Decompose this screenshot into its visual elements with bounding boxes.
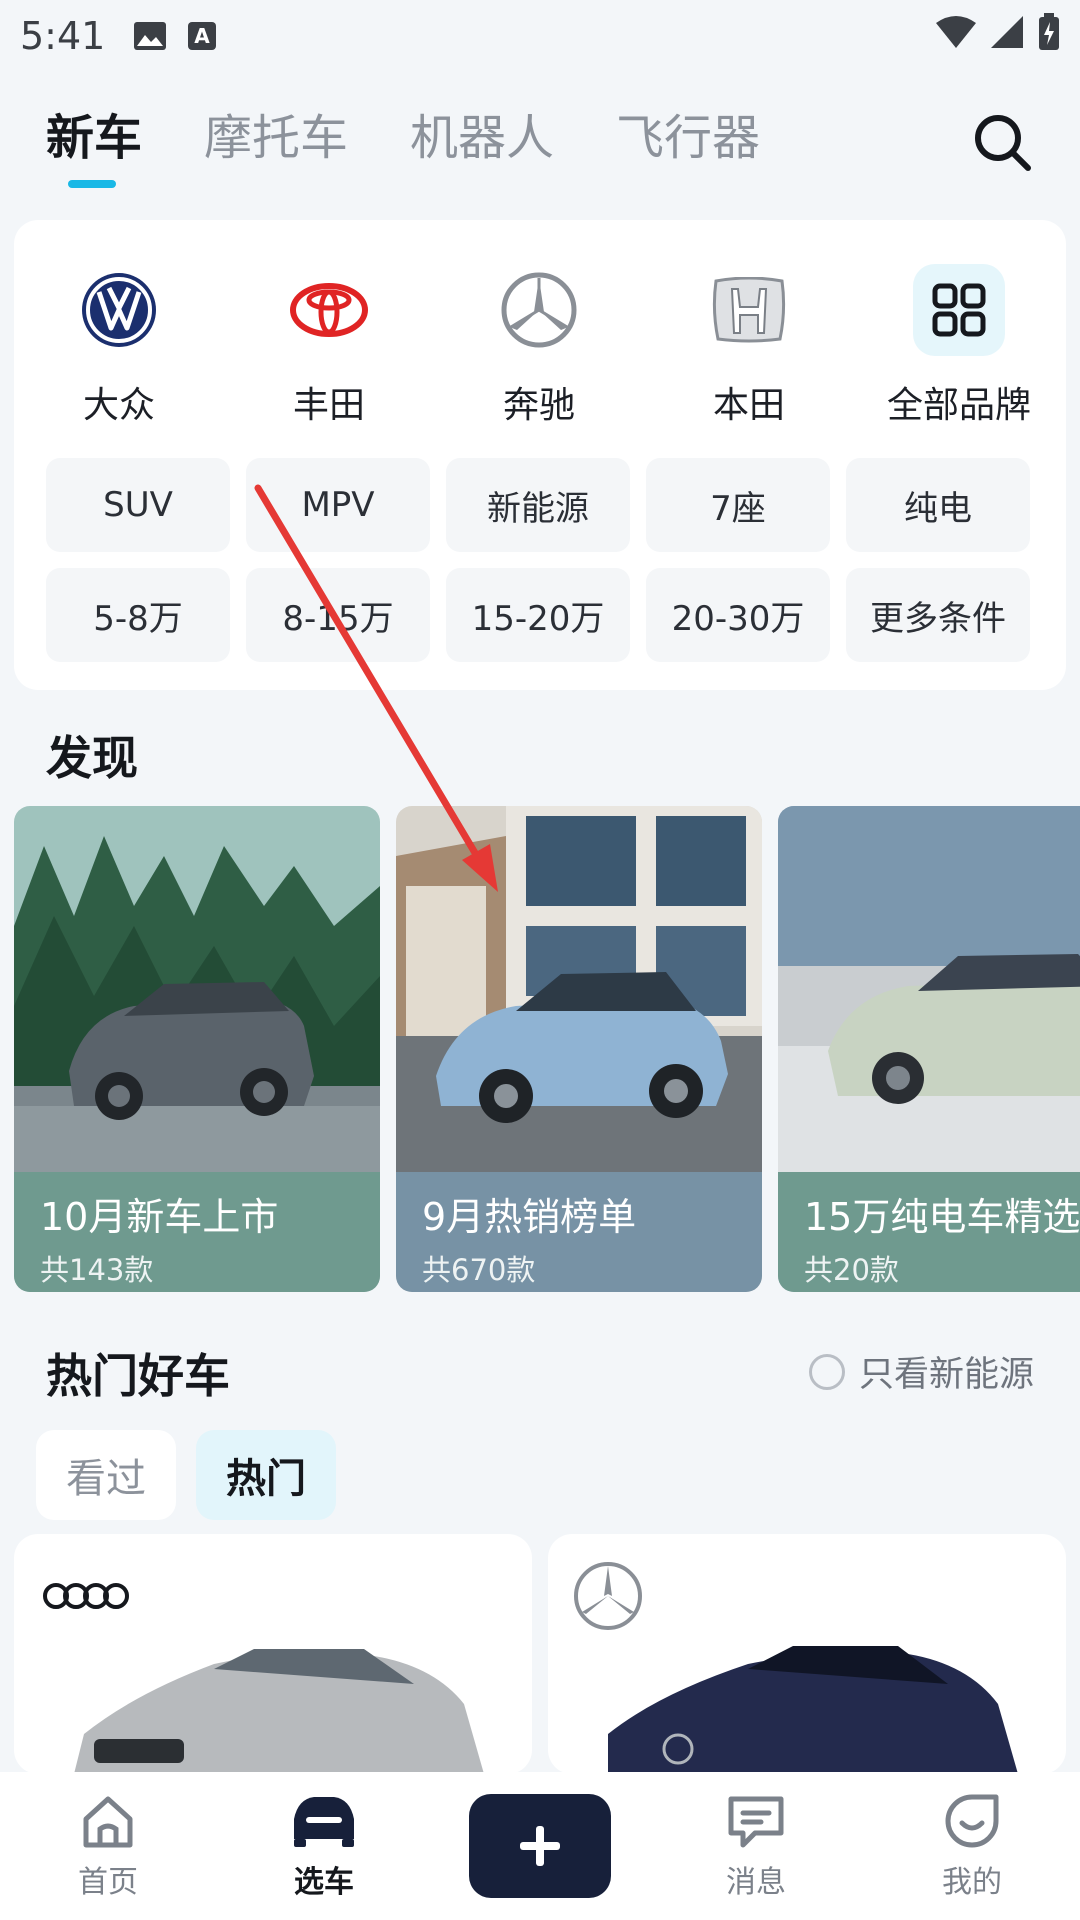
radio-icon (808, 1353, 845, 1390)
discover-card-count: 共20款 (804, 1253, 899, 1287)
discover-caption: 9月热销榜单 共670款 (396, 1172, 762, 1292)
filter-new-energy[interactable]: 新能源 (446, 458, 630, 552)
filter-pure-electric[interactable]: 纯电 (846, 458, 1030, 552)
hot-tabs: 看过 热门 (36, 1430, 336, 1520)
filter-price-20-30[interactable]: 20-30万 (646, 568, 830, 662)
filter-more-conditions[interactable]: 更多条件 (846, 568, 1030, 662)
tab-robot[interactable]: 机器人 (410, 90, 554, 168)
brand-mercedes[interactable]: 奔驰 (434, 264, 644, 428)
home-icon (83, 1796, 133, 1848)
filter-7-seat[interactable]: 7座 (646, 458, 830, 552)
brand-honda[interactable]: 本田 (644, 264, 854, 428)
nav-label: 我的 (942, 1865, 1002, 1900)
discover-carousel: 10月新车上市 共143款 9月热销榜单 共670款 15万纯电车精选 共20款 (14, 806, 1080, 1292)
filter-price-5-8[interactable]: 5-8万 (46, 568, 230, 662)
search-button[interactable] (968, 108, 1038, 178)
hot-cars-title: 热门好车 (46, 1349, 230, 1403)
mercedes-car-image (574, 1562, 1018, 1774)
discover-card-title: 9月热销榜单 (422, 1195, 637, 1239)
top-category-tabs: 新车 摩托车 机器人 飞行器 (0, 90, 1080, 200)
image-icon (133, 21, 167, 51)
discover-card-title: 10月新车上市 (40, 1195, 279, 1239)
brand-label: 全部品牌 (886, 385, 1031, 426)
nav-label: 选车 (294, 1865, 354, 1900)
brand-filter-card: 大众 丰田 奔驰 本田 全部品牌 SUV MPV 新能源 7座 纯电 5-8万 … (14, 220, 1066, 690)
grid-apps-icon (913, 264, 1005, 356)
wifi-icon (936, 14, 976, 58)
status-time: 5:41 (20, 14, 106, 58)
nav-choose-car[interactable]: 选车 (216, 1791, 432, 1901)
add-button[interactable] (469, 1794, 611, 1898)
car-icon (294, 1797, 354, 1847)
toyota-logo-icon (283, 264, 375, 356)
status-bar: 5:41 A (0, 0, 1080, 72)
car-card-audi[interactable] (14, 1534, 532, 1774)
mercedes-logo-icon (493, 264, 585, 356)
nav-label: 消息 (726, 1865, 786, 1900)
filter-suv[interactable]: SUV (46, 458, 230, 552)
mercedes-logo-icon (574, 1562, 642, 1630)
audi-car-image (43, 1583, 484, 1774)
filter-chips: SUV MPV 新能源 7座 纯电 5-8万 8-15万 15-20万 20-3… (46, 458, 1030, 662)
profile-icon (945, 1794, 999, 1848)
signal-icon (990, 14, 1024, 58)
brand-label: 本田 (712, 385, 785, 426)
search-icon (975, 115, 1031, 171)
brand-all[interactable]: 全部品牌 (854, 264, 1064, 428)
nav-profile[interactable]: 我的 (864, 1791, 1080, 1901)
nav-add (432, 1794, 648, 1898)
message-icon (728, 1796, 784, 1848)
hot-cars-header: 热门好车 只看新能源 (0, 1340, 1080, 1403)
discover-card-ev-picks[interactable]: 15万纯电车精选 共20款 (778, 806, 1080, 1292)
tab-new-car[interactable]: 新车 (46, 90, 142, 188)
discover-card-title: 15万纯电车精选 (804, 1195, 1080, 1239)
nav-messages[interactable]: 消息 (648, 1791, 864, 1901)
only-new-energy-toggle[interactable]: 只看新能源 (808, 1346, 1034, 1397)
volkswagen-logo-icon (73, 264, 165, 356)
tab-aircraft[interactable]: 飞行器 (616, 90, 760, 168)
car-card-mercedes[interactable] (548, 1534, 1066, 1774)
honda-logo-icon (703, 264, 795, 356)
filter-mpv[interactable]: MPV (246, 458, 430, 552)
brand-volkswagen[interactable]: 大众 (14, 264, 224, 428)
filter-price-8-15[interactable]: 8-15万 (246, 568, 430, 662)
discover-card-count: 共670款 (422, 1253, 536, 1287)
brand-label: 奔驰 (502, 385, 575, 426)
discover-card-count: 共143款 (40, 1253, 154, 1287)
bottom-navigation: 首页 选车 消息 我的 (0, 1772, 1080, 1920)
discover-caption: 15万纯电车精选 共20款 (778, 1172, 1080, 1292)
nav-home[interactable]: 首页 (0, 1791, 216, 1901)
tab-viewed[interactable]: 看过 (36, 1430, 176, 1520)
battery-icon (1038, 12, 1060, 60)
brand-label: 丰田 (292, 385, 365, 426)
svg-text:A: A (195, 24, 211, 48)
toggle-label: 只看新能源 (858, 1355, 1034, 1395)
brand-toyota[interactable]: 丰田 (224, 264, 434, 428)
brand-label: 大众 (82, 385, 155, 426)
tab-motorcycle[interactable]: 摩托车 (204, 90, 348, 168)
discover-title: 发现 (46, 731, 138, 785)
text-a-icon: A (187, 21, 217, 51)
discover-caption: 10月新车上市 共143款 (14, 1172, 380, 1292)
plus-icon (520, 1826, 560, 1866)
audi-logo-icon (43, 1583, 129, 1609)
filter-price-15-20[interactable]: 15-20万 (446, 568, 630, 662)
discover-card-hot-list[interactable]: 9月热销榜单 共670款 (396, 806, 762, 1292)
tab-hot[interactable]: 热门 (196, 1430, 336, 1520)
discover-card-new-cars[interactable]: 10月新车上市 共143款 (14, 806, 380, 1292)
nav-label: 首页 (78, 1865, 138, 1900)
